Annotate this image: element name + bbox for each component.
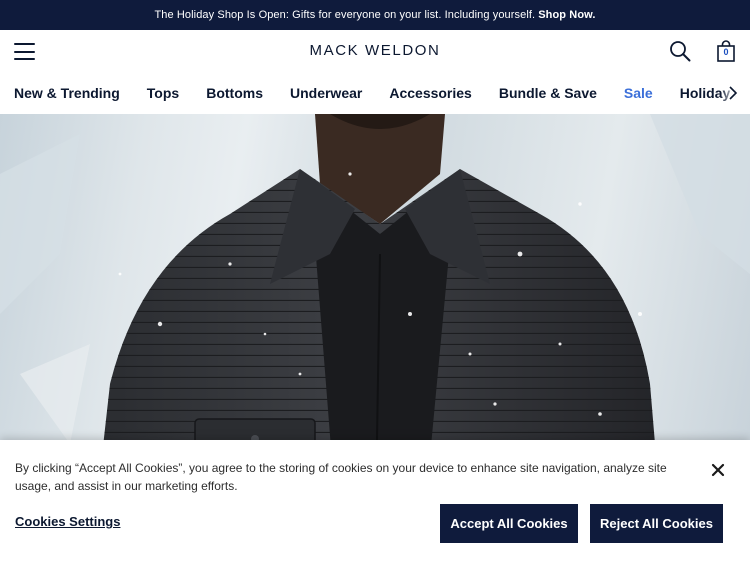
- nav-item-underwear[interactable]: Underwear: [290, 85, 362, 101]
- cookies-settings-link[interactable]: Cookies Settings: [15, 514, 120, 529]
- close-icon[interactable]: [710, 462, 726, 478]
- promo-text: The Holiday Shop Is Open: Gifts for ever…: [154, 9, 536, 21]
- shopping-bag-icon[interactable]: 0: [714, 40, 738, 64]
- bag-count: 0: [723, 47, 729, 57]
- reject-all-cookies-button[interactable]: Reject All Cookies: [590, 504, 723, 543]
- cookie-banner: By clicking “Accept All Cookies”, you ag…: [0, 440, 750, 563]
- chevron-right-icon[interactable]: [728, 85, 738, 101]
- site-header: MACK WELDON 0: [0, 30, 750, 72]
- nav-item-bottoms[interactable]: Bottoms: [206, 85, 263, 101]
- nav-item-tops[interactable]: Tops: [147, 85, 179, 101]
- promo-link[interactable]: Shop Now.: [538, 9, 595, 21]
- promo-banner: The Holiday Shop Is Open: Gifts for ever…: [0, 0, 750, 30]
- cookie-message: By clicking “Accept All Cookies”, you ag…: [15, 461, 667, 493]
- brand-logo[interactable]: MACK WELDON: [0, 42, 750, 59]
- nav-item-bundle-save[interactable]: Bundle & Save: [499, 85, 597, 101]
- accept-all-cookies-button[interactable]: Accept All Cookies: [440, 504, 578, 543]
- category-nav: New & Trending Tops Bottoms Underwear Ac…: [0, 72, 750, 114]
- nav-item-new-trending[interactable]: New & Trending: [14, 85, 120, 101]
- nav-item-accessories[interactable]: Accessories: [389, 85, 472, 101]
- search-icon[interactable]: [669, 40, 691, 62]
- nav-item-sale[interactable]: Sale: [624, 85, 653, 101]
